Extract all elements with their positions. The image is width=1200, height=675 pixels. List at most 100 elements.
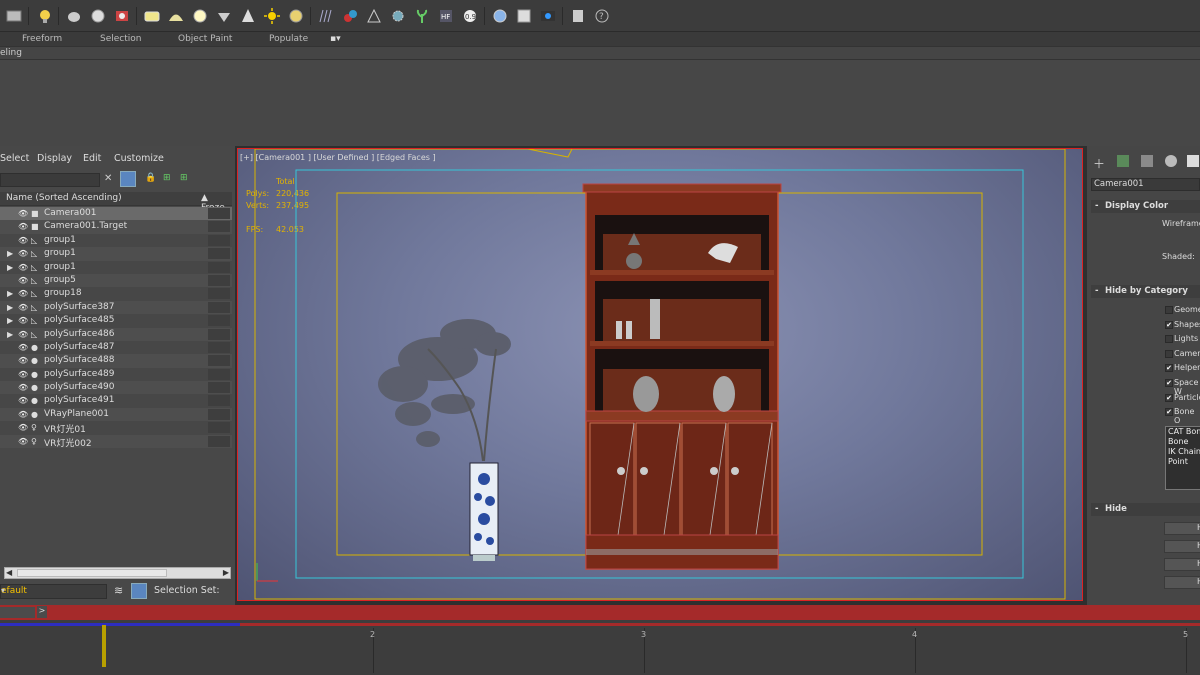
render-frame-icon[interactable] <box>540 8 556 24</box>
ies-light-icon[interactable] <box>216 8 232 24</box>
list-item[interactable]: 👁 ◺ group1 <box>0 233 232 248</box>
teapot-icon[interactable] <box>66 8 82 24</box>
visibility-eye-icon[interactable]: 👁 <box>18 263 28 272</box>
frozen-toggle[interactable] <box>208 248 230 260</box>
category-list-item[interactable]: IK Chain <box>1166 447 1200 457</box>
time-slider[interactable]: > <box>0 605 1200 620</box>
sun-icon[interactable] <box>264 8 280 24</box>
visibility-eye-icon[interactable]: 👁 <box>18 410 28 419</box>
tab-object-paint[interactable]: Object Paint <box>178 34 232 44</box>
frozen-toggle[interactable] <box>208 261 230 273</box>
frozen-toggle[interactable] <box>208 422 230 434</box>
dome-light-icon[interactable] <box>168 8 184 24</box>
frozen-toggle[interactable] <box>208 221 230 233</box>
list-item[interactable]: ▶ 👁 ◺ group18 <box>0 287 232 301</box>
object-name[interactable]: polySurface387 <box>44 302 115 312</box>
rollout-hide-by-category[interactable]: - Hide by Category <box>1091 285 1200 298</box>
object-name[interactable]: polySurface488 <box>44 355 115 365</box>
frozen-toggle[interactable] <box>208 355 230 367</box>
frozen-toggle[interactable] <box>208 395 230 407</box>
list-item[interactable]: 👁 ♀ VR灯光01 <box>0 421 232 435</box>
object-name[interactable]: group5 <box>44 275 76 285</box>
hierarchy-icon[interactable]: ⊞ <box>163 173 171 183</box>
visibility-eye-icon[interactable]: 👁 <box>18 396 28 405</box>
visibility-eye-icon[interactable]: 👁 <box>18 289 28 298</box>
next-frame-icon[interactable]: > <box>37 606 47 618</box>
plant-icon[interactable] <box>414 8 430 24</box>
expand-arrow-icon[interactable]: ▶ <box>7 316 13 325</box>
category-checkbox[interactable]: ✔ <box>1165 379 1173 387</box>
column-name[interactable]: Name (Sorted Ascending) <box>6 193 122 203</box>
visibility-eye-icon[interactable]: 👁 <box>18 370 28 379</box>
filter-icon[interactable] <box>120 171 136 187</box>
category-checkbox[interactable]: ✔ <box>1165 364 1173 373</box>
select-object-icon[interactable] <box>6 8 22 24</box>
visibility-eye-icon[interactable]: 👁 <box>18 209 28 218</box>
frozen-toggle[interactable] <box>208 274 230 286</box>
hide-button[interactable]: Hid <box>1164 558 1200 571</box>
visibility-eye-icon[interactable]: 👁 <box>18 423 28 432</box>
category-list-item[interactable]: CAT Bon <box>1166 427 1200 437</box>
rollout-hide[interactable]: - Hide <box>1091 503 1200 516</box>
frozen-toggle[interactable] <box>208 288 230 300</box>
gear-icon[interactable] <box>390 8 406 24</box>
visibility-eye-icon[interactable]: 👁 <box>18 249 28 258</box>
material-editor-icon[interactable] <box>516 8 532 24</box>
object-name[interactable]: group1 <box>44 248 76 258</box>
list-item[interactable]: 👁 ◺ group5 <box>0 273 232 288</box>
category-list-item[interactable]: Point <box>1166 457 1200 467</box>
object-name[interactable]: polySurface485 <box>44 315 115 325</box>
create-tab-icon[interactable]: ＋ <box>1093 155 1105 171</box>
frozen-toggle[interactable] <box>208 234 230 246</box>
category-checkbox[interactable] <box>1165 306 1173 314</box>
visibility-eye-icon[interactable]: 👁 <box>18 383 28 392</box>
menu-select[interactable]: Select <box>0 153 29 164</box>
visibility-eye-icon[interactable]: 👁 <box>18 356 28 365</box>
list-item[interactable]: 👁 ♀ VR灯光002 <box>0 434 232 449</box>
list-item[interactable]: 👁 ■ Camera001 <box>0 207 232 221</box>
frozen-toggle[interactable] <box>208 368 230 380</box>
modify-tab-icon[interactable] <box>1117 155 1129 167</box>
scrollbar-thumb[interactable] <box>17 569 167 577</box>
visibility-eye-icon[interactable]: 👁 <box>18 303 28 312</box>
list-item[interactable]: 👁 ● polySurface487 <box>0 340 232 355</box>
rollout-display-color[interactable]: - Display Color <box>1091 200 1200 213</box>
material-ball-icon[interactable] <box>492 8 508 24</box>
sky-icon[interactable] <box>288 8 304 24</box>
visibility-eye-icon[interactable]: 👁 <box>18 222 28 231</box>
menu-customize[interactable]: Customize <box>114 153 164 164</box>
visibility-eye-icon[interactable]: 👁 <box>18 316 28 325</box>
object-name[interactable]: Camera001.Target <box>44 221 127 231</box>
list-item[interactable]: ▶ 👁 ◺ group1 <box>0 260 232 274</box>
layer-dropdown[interactable]: efault ▾ <box>0 584 107 599</box>
sphere-render-icon[interactable] <box>90 8 106 24</box>
category-checkbox[interactable] <box>1165 335 1173 344</box>
hide-button[interactable]: H <box>1164 576 1200 589</box>
help-icon[interactable]: ? <box>594 8 610 24</box>
tab-populate[interactable]: Populate <box>269 34 308 44</box>
frozen-toggle[interactable] <box>208 382 230 394</box>
camera-viewport[interactable]: [+] [Camera001 ] [User Defined ] [Edged … <box>237 148 1083 601</box>
object-name[interactable]: VR灯光002 <box>44 436 92 449</box>
frozen-toggle[interactable] <box>208 301 230 313</box>
proxy-icon[interactable] <box>342 8 358 24</box>
list-item[interactable]: ▶ 👁 ◺ polySurface485 <box>0 314 232 328</box>
scene-settings-icon[interactable] <box>131 583 147 599</box>
frozen-toggle[interactable] <box>208 341 230 353</box>
list-item[interactable]: 👁 ● polySurface488 <box>0 354 232 368</box>
expand-arrow-icon[interactable]: ▶ <box>7 289 13 298</box>
object-name[interactable]: VR灯光01 <box>44 422 86 435</box>
search-input[interactable] <box>0 173 100 187</box>
category-checkbox[interactable]: ✔ <box>1165 408 1173 417</box>
layer-icon[interactable]: ⊞ <box>180 173 188 183</box>
visibility-eye-icon[interactable]: 👁 <box>18 330 28 339</box>
hide-button[interactable]: Hi <box>1164 522 1200 535</box>
frozen-toggle[interactable] <box>208 328 230 340</box>
object-name[interactable]: VRayPlane001 <box>44 409 109 419</box>
menu-display[interactable]: Display <box>37 153 72 164</box>
category-checkbox[interactable]: ✔ <box>1165 393 1173 402</box>
lock-icon[interactable]: 🔒 <box>145 173 156 183</box>
expand-arrow-icon[interactable]: ▶ <box>7 263 13 272</box>
time-cursor[interactable] <box>102 625 106 667</box>
object-name[interactable]: polySurface487 <box>44 342 115 352</box>
